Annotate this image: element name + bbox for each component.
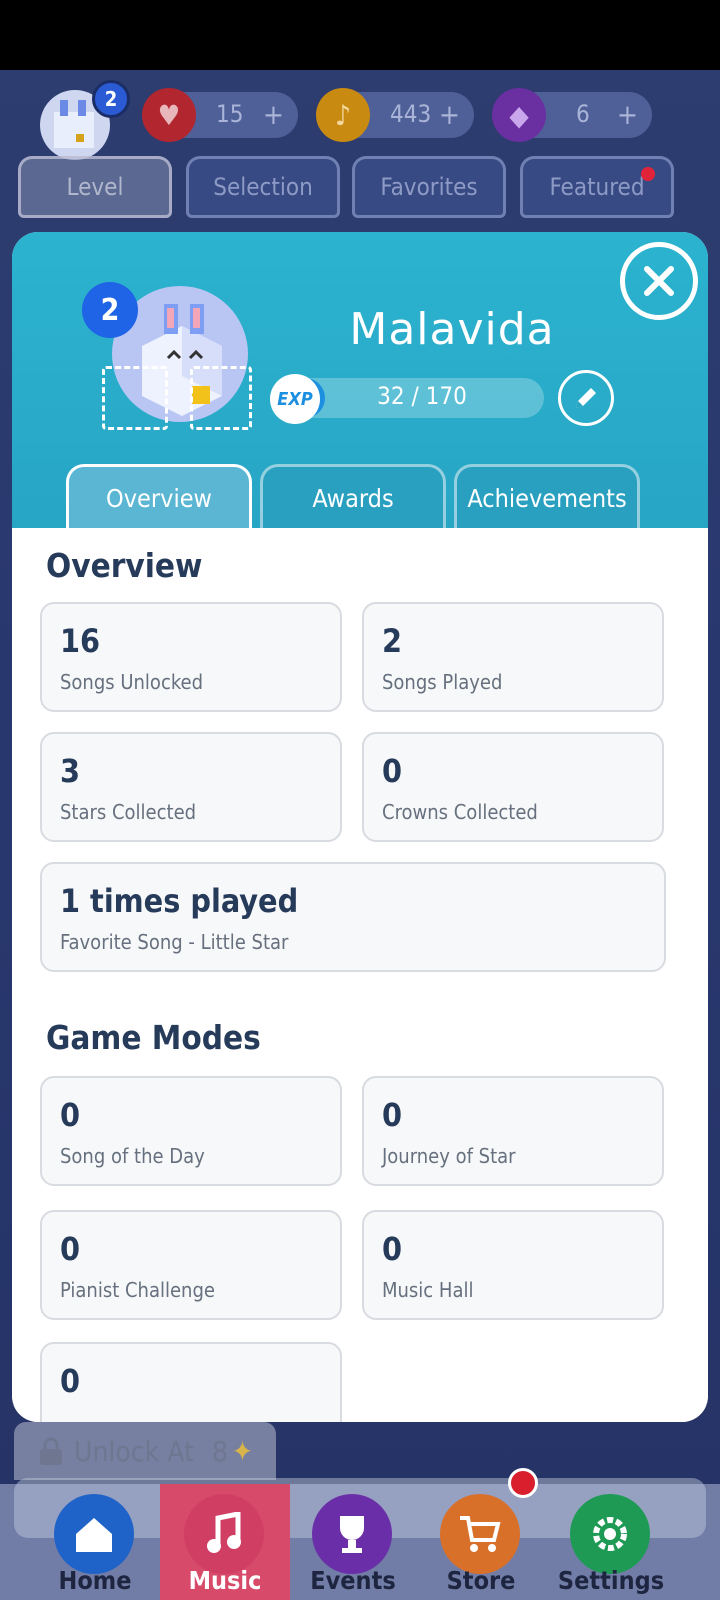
- status-bar: [0, 0, 720, 70]
- add-notes-button[interactable]: +: [439, 98, 460, 131]
- stat-value: 0: [60, 1362, 81, 1400]
- stat-pianist-challenge: 0 Pianist Challenge: [40, 1210, 342, 1320]
- lives-value: 15: [216, 100, 244, 128]
- stat-label: Stars Collected: [60, 800, 197, 824]
- stat-crowns-collected: 0 Crowns Collected: [362, 732, 664, 842]
- stat-label: Pianist Challenge: [60, 1278, 215, 1302]
- stat-value: 1 times played: [60, 882, 299, 920]
- tab-featured[interactable]: Featured: [520, 156, 674, 218]
- stat-favorite-song: 1 times played Favorite Song - Little St…: [40, 862, 666, 972]
- nav-settings[interactable]: Settings: [546, 1484, 676, 1600]
- nav-store-label: Store: [446, 1566, 516, 1595]
- stat-songs-unlocked: 16 Songs Unlocked: [40, 602, 342, 712]
- nav-store[interactable]: Store: [416, 1468, 546, 1600]
- stat-value: 0: [382, 1096, 403, 1134]
- add-lives-button[interactable]: +: [263, 98, 284, 131]
- stat-value: 2: [382, 622, 403, 660]
- profile-header: 2 Malavida EXP 32 / 170 Overview Awards …: [12, 232, 708, 540]
- tab-favorites[interactable]: Favorites: [352, 156, 506, 218]
- cart-icon: [440, 1494, 520, 1574]
- tab-level[interactable]: Level: [18, 156, 172, 218]
- stat-label: Song of the Day: [60, 1144, 205, 1168]
- home-icon: [54, 1494, 134, 1574]
- tab-featured-label: Featured: [549, 173, 645, 201]
- tab-awards[interactable]: Awards: [260, 464, 446, 530]
- stat-label: Journey of Star: [382, 1144, 516, 1168]
- nav-settings-label: Settings: [557, 1566, 665, 1595]
- stat-songs-played: 2 Songs Played: [362, 602, 664, 712]
- tab-overview[interactable]: Overview: [66, 464, 252, 530]
- exp-icon: EXP: [270, 374, 320, 424]
- overview-content[interactable]: Overview 16 Songs Unlocked 2 Songs Playe…: [12, 528, 708, 1422]
- star-icon: ✦: [231, 1434, 254, 1468]
- stat-value: 0: [382, 1230, 403, 1268]
- overview-title: Overview: [46, 546, 203, 585]
- diamond-icon: ◆: [492, 88, 546, 142]
- stat-label: Songs Played: [382, 670, 503, 694]
- nav-music[interactable]: Music: [160, 1484, 290, 1600]
- nav-music-label: Music: [188, 1566, 262, 1595]
- gear-icon: [570, 1494, 650, 1574]
- notes-value: 443: [390, 100, 432, 128]
- heart-icon: ♥: [142, 88, 196, 142]
- notification-dot: [508, 1468, 538, 1498]
- unlock-banner: Unlock At 8 ✦: [14, 1422, 276, 1480]
- pencil-icon: [576, 388, 596, 408]
- trophy-icon: [312, 1494, 392, 1574]
- stat-value: 16: [60, 622, 101, 660]
- notification-dot: [641, 167, 655, 181]
- stat-label: Songs Unlocked: [60, 670, 204, 694]
- gems-value: 6: [576, 100, 590, 128]
- nav-events-label: Events: [310, 1566, 396, 1595]
- close-button[interactable]: [620, 242, 698, 320]
- stat-journey-of-star: 0 Journey of Star: [362, 1076, 664, 1186]
- stat-value: 3: [60, 752, 81, 790]
- profile-level-badge: 2: [82, 282, 138, 338]
- tab-selection[interactable]: Selection: [186, 156, 340, 218]
- stat-value: 0: [382, 752, 403, 790]
- nav-home[interactable]: Home: [30, 1484, 160, 1600]
- music-note-icon: [184, 1494, 264, 1574]
- gems-counter[interactable]: ◆ 6 +: [492, 88, 652, 142]
- edit-profile-button[interactable]: [558, 370, 614, 426]
- close-icon: [644, 266, 674, 296]
- stat-label: Music Hall: [382, 1278, 474, 1302]
- unlock-value: 8: [211, 1434, 228, 1468]
- tab-achievements[interactable]: Achievements: [454, 464, 640, 530]
- stat-value: 0: [60, 1230, 81, 1268]
- game-modes-title: Game Modes: [46, 1018, 261, 1057]
- nav-home-label: Home: [58, 1566, 132, 1595]
- lock-icon: [40, 1437, 62, 1465]
- add-gems-button[interactable]: +: [617, 98, 638, 131]
- exp-value: 32 / 170: [377, 382, 467, 410]
- stat-value: 0: [60, 1096, 81, 1134]
- stat-music-hall: 0 Music Hall: [362, 1210, 664, 1320]
- music-note-icon: ♪: [316, 88, 370, 142]
- stat-song-of-the-day: 0 Song of the Day: [40, 1076, 342, 1186]
- currency-bar: 2 ♥ 15 + ♪ 443 + ◆ 6 +: [0, 80, 720, 160]
- player-name: Malavida: [349, 304, 555, 355]
- nav-events[interactable]: Events: [288, 1484, 418, 1600]
- level-badge: 2: [92, 80, 130, 118]
- accessory-slot-right[interactable]: [190, 366, 252, 430]
- stat-game-mode: 0: [40, 1342, 342, 1422]
- profile-modal: 2 Malavida EXP 32 / 170 Overview Awards …: [12, 232, 708, 1422]
- unlock-label: Unlock At: [74, 1434, 194, 1468]
- lives-counter[interactable]: ♥ 15 +: [142, 88, 298, 142]
- stat-stars-collected: 3 Stars Collected: [40, 732, 342, 842]
- stat-label: Favorite Song - Little Star: [60, 930, 289, 954]
- stat-label: Crowns Collected: [382, 800, 538, 824]
- accessory-slot-left[interactable]: [102, 366, 168, 430]
- category-tabs: Level Selection Favorites Featured: [18, 156, 708, 218]
- notes-counter[interactable]: ♪ 443 +: [316, 88, 474, 142]
- bottom-nav: Home Music Events Store Settings: [0, 1468, 720, 1600]
